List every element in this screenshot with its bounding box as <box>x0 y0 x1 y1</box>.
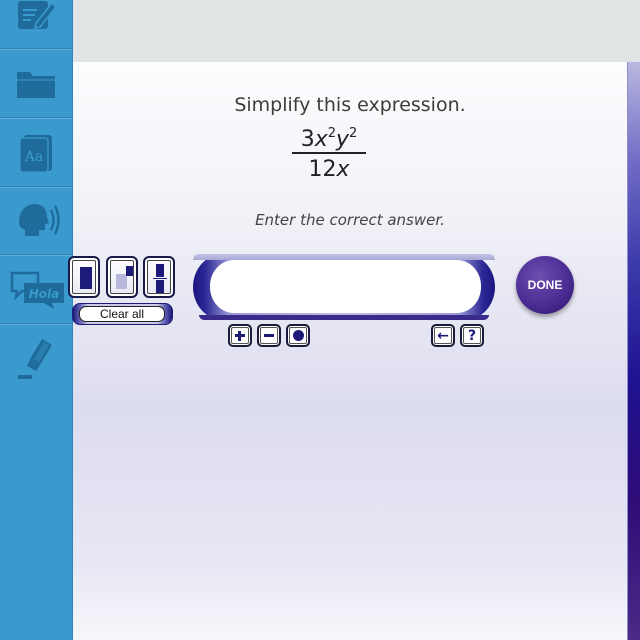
minus-button[interactable] <box>257 324 281 347</box>
fraction-numerator: 3x2y2 <box>300 126 358 152</box>
fraction-line-icon <box>153 278 167 279</box>
template-box-button[interactable] <box>68 256 100 298</box>
dot-button[interactable] <box>286 324 310 347</box>
folder-icon <box>17 71 55 98</box>
plus-icon-vertical <box>238 331 241 341</box>
sidebar: Aa Hola <box>0 0 73 640</box>
sidebar-item-translate[interactable]: Hola <box>0 256 72 324</box>
translate-bubble-icon: Hola <box>10 271 64 309</box>
question-prompt: Simplify this expression. <box>234 94 466 116</box>
sidebar-item-folder[interactable] <box>0 50 72 118</box>
instruction-text: Enter the correct answer. <box>255 211 445 229</box>
svg-text:Hola: Hola <box>29 287 60 301</box>
template-exponent-button[interactable] <box>106 256 138 298</box>
top-toolbar <box>73 0 640 62</box>
dot-icon <box>292 330 304 341</box>
sidebar-item-read-aloud[interactable] <box>0 187 72 255</box>
sidebar-item-glossary[interactable]: Aa <box>0 119 72 187</box>
speaker-head-icon <box>19 203 60 236</box>
notepad-pencil-icon <box>18 0 58 29</box>
dictionary-icon: Aa <box>19 134 52 173</box>
fraction-bottom-icon <box>156 280 164 293</box>
exponent-power-icon <box>126 266 133 276</box>
sidebar-item-notes[interactable] <box>0 0 72 49</box>
svg-text:Aa: Aa <box>24 149 43 165</box>
fraction-top-icon <box>156 264 164 277</box>
plus-button[interactable] <box>228 324 252 347</box>
backspace-button[interactable]: ← <box>431 324 455 347</box>
answer-input[interactable] <box>210 260 481 313</box>
done-button[interactable]: DONE <box>516 256 574 314</box>
box-glyph-icon <box>80 267 92 289</box>
fraction-bar <box>292 152 366 154</box>
left-arrow-icon: ← <box>437 327 449 344</box>
help-button[interactable]: ? <box>460 324 484 347</box>
fraction-denominator: 12x <box>308 157 350 182</box>
minus-icon <box>264 334 274 337</box>
question-mark-icon: ? <box>467 327 477 344</box>
expression-fraction: 3x2y2 12x <box>292 120 366 183</box>
scrollbar[interactable] <box>627 62 640 640</box>
highlighter-icon <box>18 339 52 379</box>
sidebar-item-highlighter[interactable] <box>0 325 72 393</box>
clear-all-button[interactable]: Clear all <box>72 303 173 325</box>
template-fraction-button[interactable] <box>143 256 175 298</box>
exponent-base-icon <box>116 274 127 289</box>
